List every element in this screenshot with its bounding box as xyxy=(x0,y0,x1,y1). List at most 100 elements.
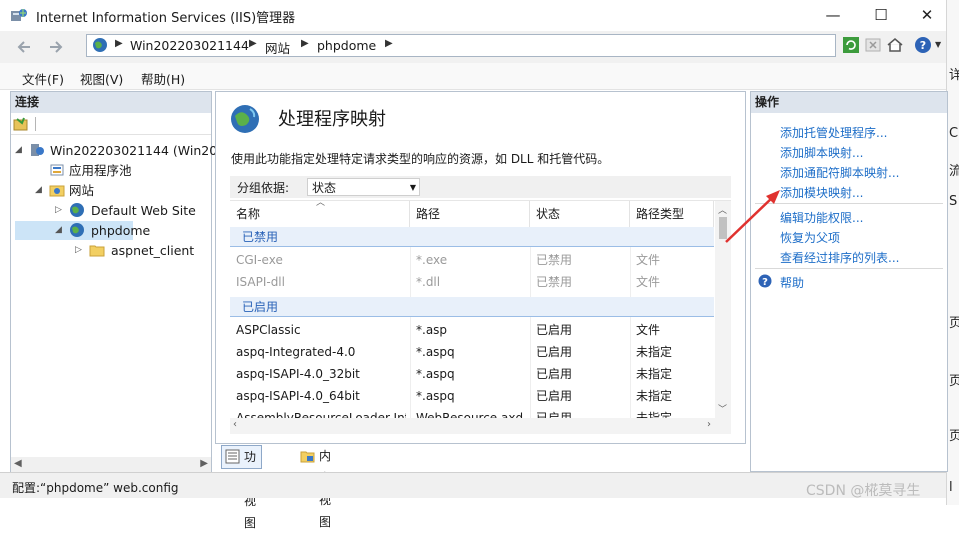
scroll-down-icon[interactable]: ﹀ xyxy=(718,402,727,415)
action-add-module-mapping[interactable]: 添加模块映射... xyxy=(780,184,863,201)
dropdown-arrow-icon[interactable]: ▼ xyxy=(935,40,941,49)
menu-bar: 文件(F) 视图(V) 帮助(H) xyxy=(0,63,946,90)
annotation-arrow xyxy=(725,190,780,243)
cell-name: aspq-ISAPI-4.0_32bit xyxy=(236,367,360,381)
sort-ascending-icon: ︿ xyxy=(316,200,326,208)
column-header-state[interactable]: 状态 xyxy=(530,201,630,227)
globe-icon xyxy=(70,203,84,217)
forward-button[interactable] xyxy=(43,35,67,59)
table-row[interactable]: aspq-ISAPI-4.0_64bit *.aspq 已启用 未指定 xyxy=(230,385,714,407)
cell-state: 已启用 xyxy=(536,389,573,403)
minimize-button[interactable]: — xyxy=(810,0,856,31)
column-header-path[interactable]: 路径 xyxy=(410,201,530,227)
feature-description: 使用此功能指定处理特定请求类型的响应的资源，如 DLL 和托管代码。 xyxy=(231,152,610,166)
connect-icon[interactable] xyxy=(13,116,29,132)
bg-char: 页 xyxy=(949,374,959,389)
cell-path: *.aspq xyxy=(416,345,455,359)
dropdown-arrow-icon: ▼ xyxy=(409,183,416,192)
action-add-wildcard-script-map[interactable]: 添加通配符脚本映射... xyxy=(780,164,899,181)
stop-icon[interactable] xyxy=(864,36,882,54)
cell-path-type: 文件 xyxy=(636,275,661,289)
breadcrumb-site[interactable]: phpdome xyxy=(317,38,376,53)
breadcrumb-server[interactable]: Win202203021144 xyxy=(130,38,249,53)
cell-state: 已启用 xyxy=(536,323,573,337)
table-row[interactable]: CGI-exe *.exe 已禁用 文件 xyxy=(230,249,714,271)
menu-help[interactable]: 帮助(H) xyxy=(141,69,185,88)
group-header-disabled: 已禁用 xyxy=(230,227,714,247)
table-row[interactable]: aspq-Integrated-4.0 *.aspq 已启用 未指定 xyxy=(230,341,714,363)
column-header-path-type[interactable]: 路径类型 xyxy=(630,201,714,227)
cell-path: *.aspq xyxy=(416,367,455,381)
table-row[interactable]: aspq-ISAPI-4.0_32bit *.aspq 已启用 未指定 xyxy=(230,363,714,385)
chevron-right-icon: ▶ xyxy=(385,38,393,49)
action-add-script-map[interactable]: 添加脚本映射... xyxy=(780,144,863,161)
server-icon xyxy=(31,144,44,156)
refresh-icon[interactable] xyxy=(842,36,860,54)
horizontal-scrollbar[interactable]: ‹ › xyxy=(230,418,731,434)
table-row[interactable]: ASPClassic *.asp 已启用 文件 xyxy=(230,319,714,341)
svg-text:?: ? xyxy=(762,277,768,288)
tree-label: phpdome xyxy=(91,223,151,238)
cell-state: 已禁用 xyxy=(536,253,573,267)
scroll-left-icon[interactable]: ◀ xyxy=(14,458,22,469)
cell-path: *.exe xyxy=(416,253,448,267)
expand-icon[interactable]: ▷ xyxy=(75,241,82,260)
bg-char: S xyxy=(949,194,958,209)
scroll-right-icon[interactable]: › xyxy=(707,419,711,430)
tree-node-phpdome[interactable]: ◢ phpdome xyxy=(15,221,150,240)
scroll-right-icon[interactable]: ▶ xyxy=(200,458,208,469)
connections-toolbar xyxy=(11,114,211,135)
bg-char: 详 xyxy=(949,68,959,83)
cell-name: ISAPI-dll xyxy=(236,275,285,289)
action-edit-feature-permissions[interactable]: 编辑功能权限... xyxy=(780,209,863,226)
home-icon[interactable] xyxy=(886,36,904,54)
chevron-right-icon: ▶ xyxy=(115,38,123,49)
collapse-icon[interactable]: ◢ xyxy=(55,221,62,240)
action-help[interactable]: 帮助 xyxy=(780,274,804,291)
globe-icon xyxy=(70,223,84,237)
feature-panel: 处理程序映射 使用此功能指定处理特定请求类型的响应的资源，如 DLL 和托管代码… xyxy=(215,91,746,444)
status-bar: 配置:“phpdome” web.config xyxy=(0,472,946,498)
iis-app-icon xyxy=(11,9,27,21)
expand-icon[interactable]: ▷ xyxy=(55,201,62,220)
table-row[interactable]: ISAPI-dll *.dll 已禁用 文件 xyxy=(230,271,714,293)
back-arrow-icon xyxy=(17,41,30,53)
cell-path-type: 文件 xyxy=(636,323,661,337)
action-revert-to-parent[interactable]: 恢复为父项 xyxy=(780,229,840,246)
cell-name: aspq-ISAPI-4.0_64bit xyxy=(236,389,360,403)
breadcrumb-sites[interactable]: 网站 xyxy=(265,38,290,57)
content-view-icon xyxy=(300,451,315,463)
collapse-icon[interactable]: ◢ xyxy=(35,181,42,200)
menu-file[interactable]: 文件(F) xyxy=(22,69,64,88)
tab-features-view[interactable]: 功能视图 xyxy=(221,445,263,530)
app-pool-icon xyxy=(50,164,64,176)
svg-text:?: ? xyxy=(920,39,926,52)
globe-icon xyxy=(93,38,107,52)
connections-panel: 连接 ◢ Win202203021144 (Win202 应用程序池 ◢ 网站 … xyxy=(10,91,225,474)
address-bar[interactable]: ▶ Win202203021144 ▶ 网站 ▶ phpdome ▶ xyxy=(86,34,836,57)
horizontal-scrollbar[interactable]: ◀ ▶ xyxy=(11,457,211,473)
maximize-button[interactable]: ☐ xyxy=(858,0,904,31)
actions-header: 操作 xyxy=(751,92,947,113)
scroll-left-icon[interactable]: ‹ xyxy=(233,419,237,430)
cell-path: *.asp xyxy=(416,323,448,337)
bg-char: 页 xyxy=(949,316,959,331)
help-menu-icon[interactable]: ? xyxy=(914,36,932,54)
collapse-icon[interactable]: ◢ xyxy=(15,141,22,160)
group-by-select[interactable]: 状态 ▼ xyxy=(307,178,420,196)
close-button[interactable]: ✕ xyxy=(904,0,950,31)
forward-arrow-icon xyxy=(50,41,63,53)
menu-view[interactable]: 视图(V) xyxy=(80,69,123,88)
cell-state: 已启用 xyxy=(536,367,573,381)
cell-path-type: 未指定 xyxy=(636,367,673,381)
status-text: 配置:“phpdome” web.config xyxy=(12,481,179,495)
action-add-managed-handler[interactable]: 添加托管处理程序... xyxy=(780,124,887,141)
action-view-ordered-list[interactable]: 查看经过排序的列表... xyxy=(780,249,899,266)
cell-path: *.dll xyxy=(416,275,441,289)
group-by-bar: 分组依据: 状态 ▼ xyxy=(230,176,731,198)
navigation-bar: ▶ Win202203021144 ▶ 网站 ▶ phpdome ▶ ? ▼ xyxy=(0,31,946,63)
back-button[interactable] xyxy=(13,35,37,59)
tree-label: 应用程序池 xyxy=(69,163,132,178)
tab-content-view[interactable]: 内容视图 xyxy=(297,445,336,529)
help-icon: ? xyxy=(758,274,772,288)
